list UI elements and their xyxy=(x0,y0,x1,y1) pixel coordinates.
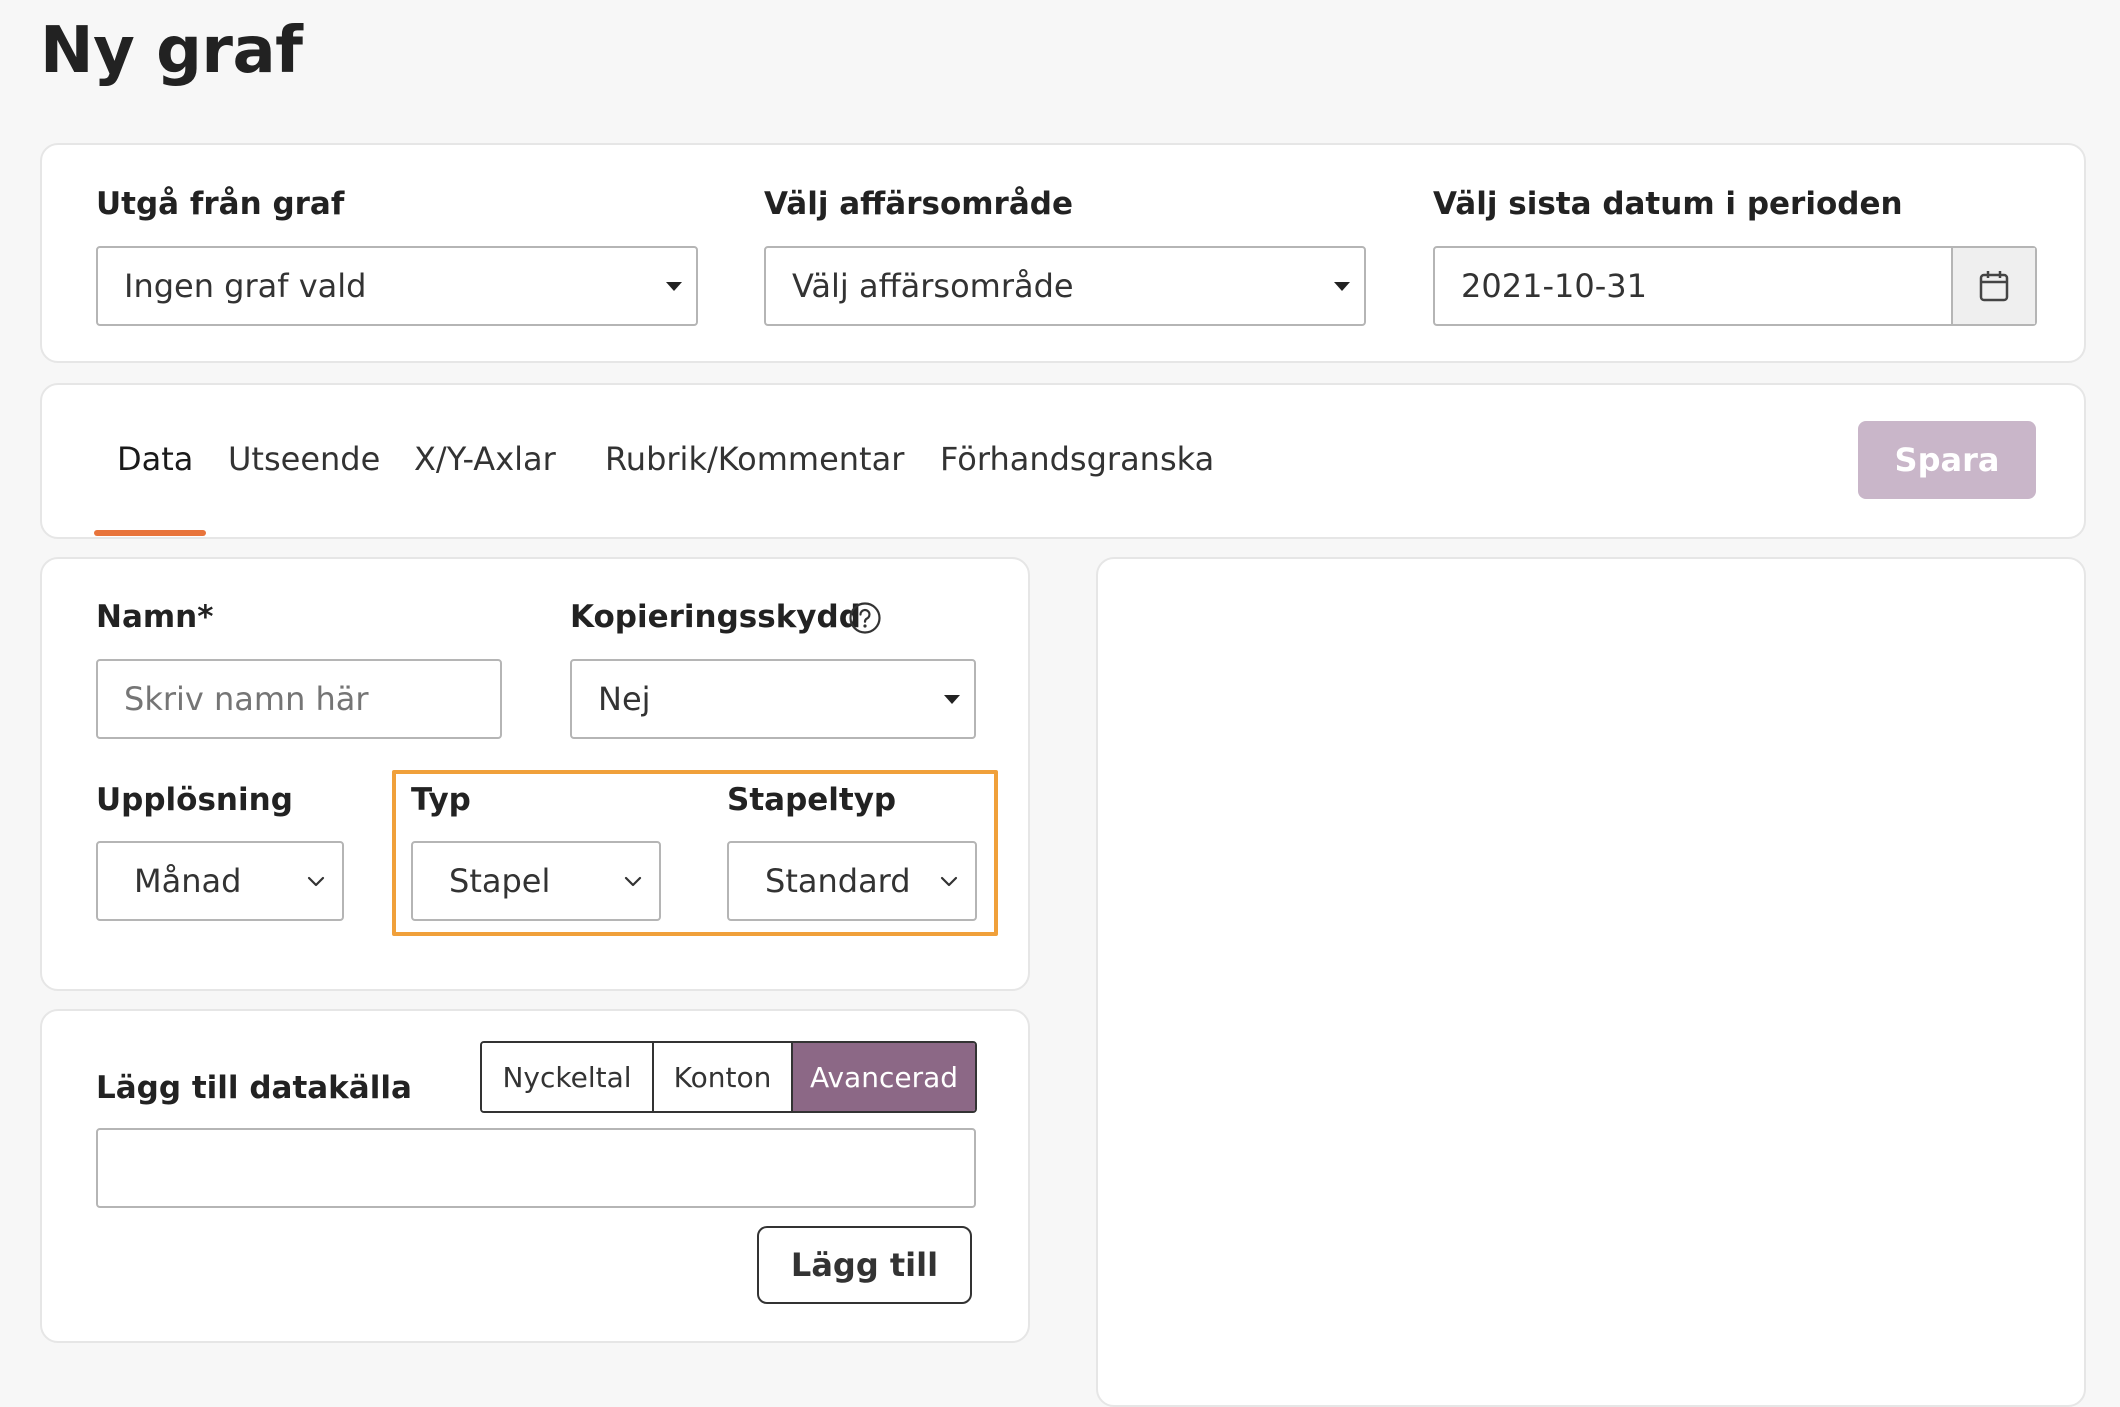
business-area-value: Välj affärsområde xyxy=(792,267,1074,305)
tab-preview[interactable]: Förhandsgranska xyxy=(940,440,1214,478)
bar-type-select[interactable]: Standard xyxy=(727,841,977,921)
type-select[interactable]: Stapel xyxy=(411,841,661,921)
chevron-down-icon xyxy=(940,876,958,887)
business-area-label: Välj affärsområde xyxy=(764,186,1073,222)
active-tab-indicator xyxy=(94,530,206,536)
tab-title-comment[interactable]: Rubrik/Kommentar xyxy=(605,440,904,478)
copy-protection-value: Nej xyxy=(598,680,651,718)
datasource-mode-toggle: Nyckeltal Konton Avancerad xyxy=(480,1041,977,1113)
tab-axes[interactable]: X/Y-Axlar xyxy=(414,440,556,478)
copy-protection-label: Kopieringsskydd xyxy=(570,599,861,635)
chevron-down-icon xyxy=(307,876,325,887)
resolution-label: Upplösning xyxy=(96,782,293,818)
bar-type-value: Standard xyxy=(765,862,911,900)
name-label: Namn* xyxy=(96,599,214,635)
datasource-label: Lägg till datakälla xyxy=(96,1070,412,1106)
caret-down-icon xyxy=(944,695,960,704)
page-title: Ny graf xyxy=(40,14,303,88)
mode-accounts-button[interactable]: Konton xyxy=(654,1043,793,1111)
resolution-value: Månad xyxy=(134,862,242,900)
end-date-label: Välj sista datum i perioden xyxy=(1433,186,1903,222)
help-circle-icon[interactable] xyxy=(848,601,882,635)
caret-down-icon xyxy=(1334,282,1350,291)
add-datasource-button[interactable]: Lägg till xyxy=(757,1226,972,1304)
copy-protection-select[interactable]: Nej xyxy=(570,659,976,739)
resolution-select[interactable]: Månad xyxy=(96,841,344,921)
mode-advanced-button[interactable]: Avancerad xyxy=(793,1043,975,1111)
type-label: Typ xyxy=(411,782,471,818)
base-graph-value: Ingen graf vald xyxy=(124,267,367,305)
name-input[interactable] xyxy=(96,659,502,739)
base-graph-label: Utgå från graf xyxy=(96,186,345,222)
type-value: Stapel xyxy=(449,862,551,900)
business-area-select[interactable]: Välj affärsområde xyxy=(764,246,1366,326)
end-date-input[interactable]: 2021-10-31 xyxy=(1433,246,2037,326)
chevron-down-icon xyxy=(624,876,642,887)
preview-panel xyxy=(1096,557,2086,1407)
datasource-input[interactable] xyxy=(96,1128,976,1208)
mode-key-figures-button[interactable]: Nyckeltal xyxy=(482,1043,654,1111)
calendar-icon xyxy=(1979,271,2009,302)
caret-down-icon xyxy=(666,282,682,291)
save-button[interactable]: Spara xyxy=(1858,421,2036,499)
base-graph-select[interactable]: Ingen graf vald xyxy=(96,246,698,326)
end-date-value: 2021-10-31 xyxy=(1461,267,1647,305)
bar-type-label: Stapeltyp xyxy=(727,782,897,818)
tab-appearance[interactable]: Utseende xyxy=(228,440,380,478)
calendar-button[interactable] xyxy=(1951,248,2035,324)
tab-data[interactable]: Data xyxy=(117,440,193,478)
